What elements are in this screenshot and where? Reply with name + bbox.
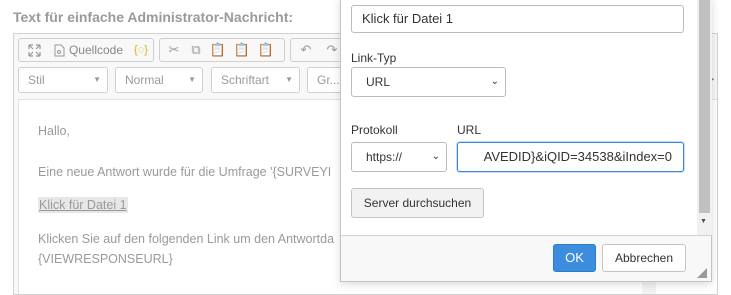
chevron-down-icon: ▼	[188, 75, 196, 84]
link-dialog: Klick für Datei 1 Link-Typ URL ⌄ Protoko…	[340, 0, 712, 282]
protocol-value: https://	[366, 150, 403, 164]
chevron-down-icon: ⌄	[490, 76, 499, 87]
cut-button[interactable]: ✂	[164, 39, 184, 61]
link-type-label: Link-Typ	[351, 51, 397, 65]
undo-icon: ↶	[300, 42, 312, 57]
scrollbar-corner	[642, 282, 656, 294]
paste-button[interactable]: 📋	[208, 39, 228, 61]
font-combo[interactable]: Schriftart ▼	[211, 67, 300, 93]
format-combo[interactable]: Normal ▼	[115, 67, 203, 93]
copy-button[interactable]: ⧉	[186, 39, 206, 61]
format-combo-label: Normal	[125, 73, 164, 87]
url-input[interactable]: AVEDID}&iQID=34538&iIndex=0	[457, 142, 684, 172]
placeholder-button[interactable]: {◌}	[131, 39, 151, 61]
chevron-down-icon: ▼	[93, 75, 101, 84]
url-label: URL	[457, 123, 482, 137]
cancel-button[interactable]: Abbrechen	[602, 244, 686, 272]
cut-icon: ✂	[168, 42, 180, 57]
source-button[interactable]: Quellcode	[49, 39, 127, 61]
redo-icon: ↷	[326, 42, 338, 57]
maximize-button[interactable]	[24, 39, 44, 61]
chevron-down-icon: ▼	[285, 75, 293, 84]
source-label: Quellcode	[68, 43, 124, 57]
toolbar-group-document: Quellcode {◌}	[18, 38, 154, 62]
chevron-down-icon: ⌄	[431, 151, 440, 162]
copy-icon: ⧉	[191, 42, 201, 57]
maximize-icon	[27, 43, 41, 57]
link-type-select[interactable]: URL ⌄	[351, 67, 506, 97]
toolbar-group-clipboard: ✂ ⧉ 📋 📋 📋	[159, 38, 285, 62]
protocol-label: Protokoll	[351, 123, 398, 137]
style-combo[interactable]: Stil ▼	[18, 67, 108, 93]
protocol-select[interactable]: https:// ⌄	[351, 142, 447, 172]
editor-link[interactable]: Klick für Datei 1	[38, 197, 128, 213]
size-combo-label: Gr...	[317, 73, 340, 87]
placeholder-icon: {◌}	[134, 44, 148, 56]
editor-line: Klicken Sie auf den folgenden Link um de…	[38, 232, 335, 246]
editor-line: {VIEWRESPONSEURL}	[38, 252, 173, 266]
scroll-down-icon[interactable]: ▼	[700, 218, 707, 225]
field-label: Text für einfache Administrator-Nachrich…	[13, 9, 294, 25]
paste-word-icon: 📋	[257, 42, 275, 57]
link-type-value: URL	[366, 75, 391, 89]
font-combo-label: Schriftart	[221, 73, 270, 87]
paste-word-button[interactable]: 📋	[256, 39, 276, 61]
dialog-footer: OK Abbrechen	[341, 235, 711, 281]
resize-handle-icon[interactable]	[697, 268, 707, 278]
style-combo-label: Stil	[28, 73, 45, 87]
display-text-input[interactable]: Klick für Datei 1	[351, 5, 684, 33]
ok-button[interactable]: OK	[553, 244, 596, 272]
undo-button[interactable]: ↶	[295, 39, 317, 61]
url-value: AVEDID}&iQID=34538&iIndex=0	[483, 149, 672, 164]
browse-server-button[interactable]: Server durchsuchen	[351, 188, 484, 218]
paste-text-button[interactable]: 📋	[232, 39, 252, 61]
dialog-body: Klick für Datei 1 Link-Typ URL ⌄ Protoko…	[341, 0, 697, 235]
paste-text-icon: 📋	[233, 42, 251, 57]
scrollbar-thumb[interactable]	[699, 0, 710, 213]
editor-line: Hallo,	[38, 124, 70, 138]
paste-icon: 📋	[209, 42, 227, 57]
source-icon	[54, 44, 65, 56]
dialog-scrollbar[interactable]: ▼	[697, 0, 712, 235]
editor-line: Eine neue Antwort wurde für die Umfrage …	[38, 165, 332, 179]
